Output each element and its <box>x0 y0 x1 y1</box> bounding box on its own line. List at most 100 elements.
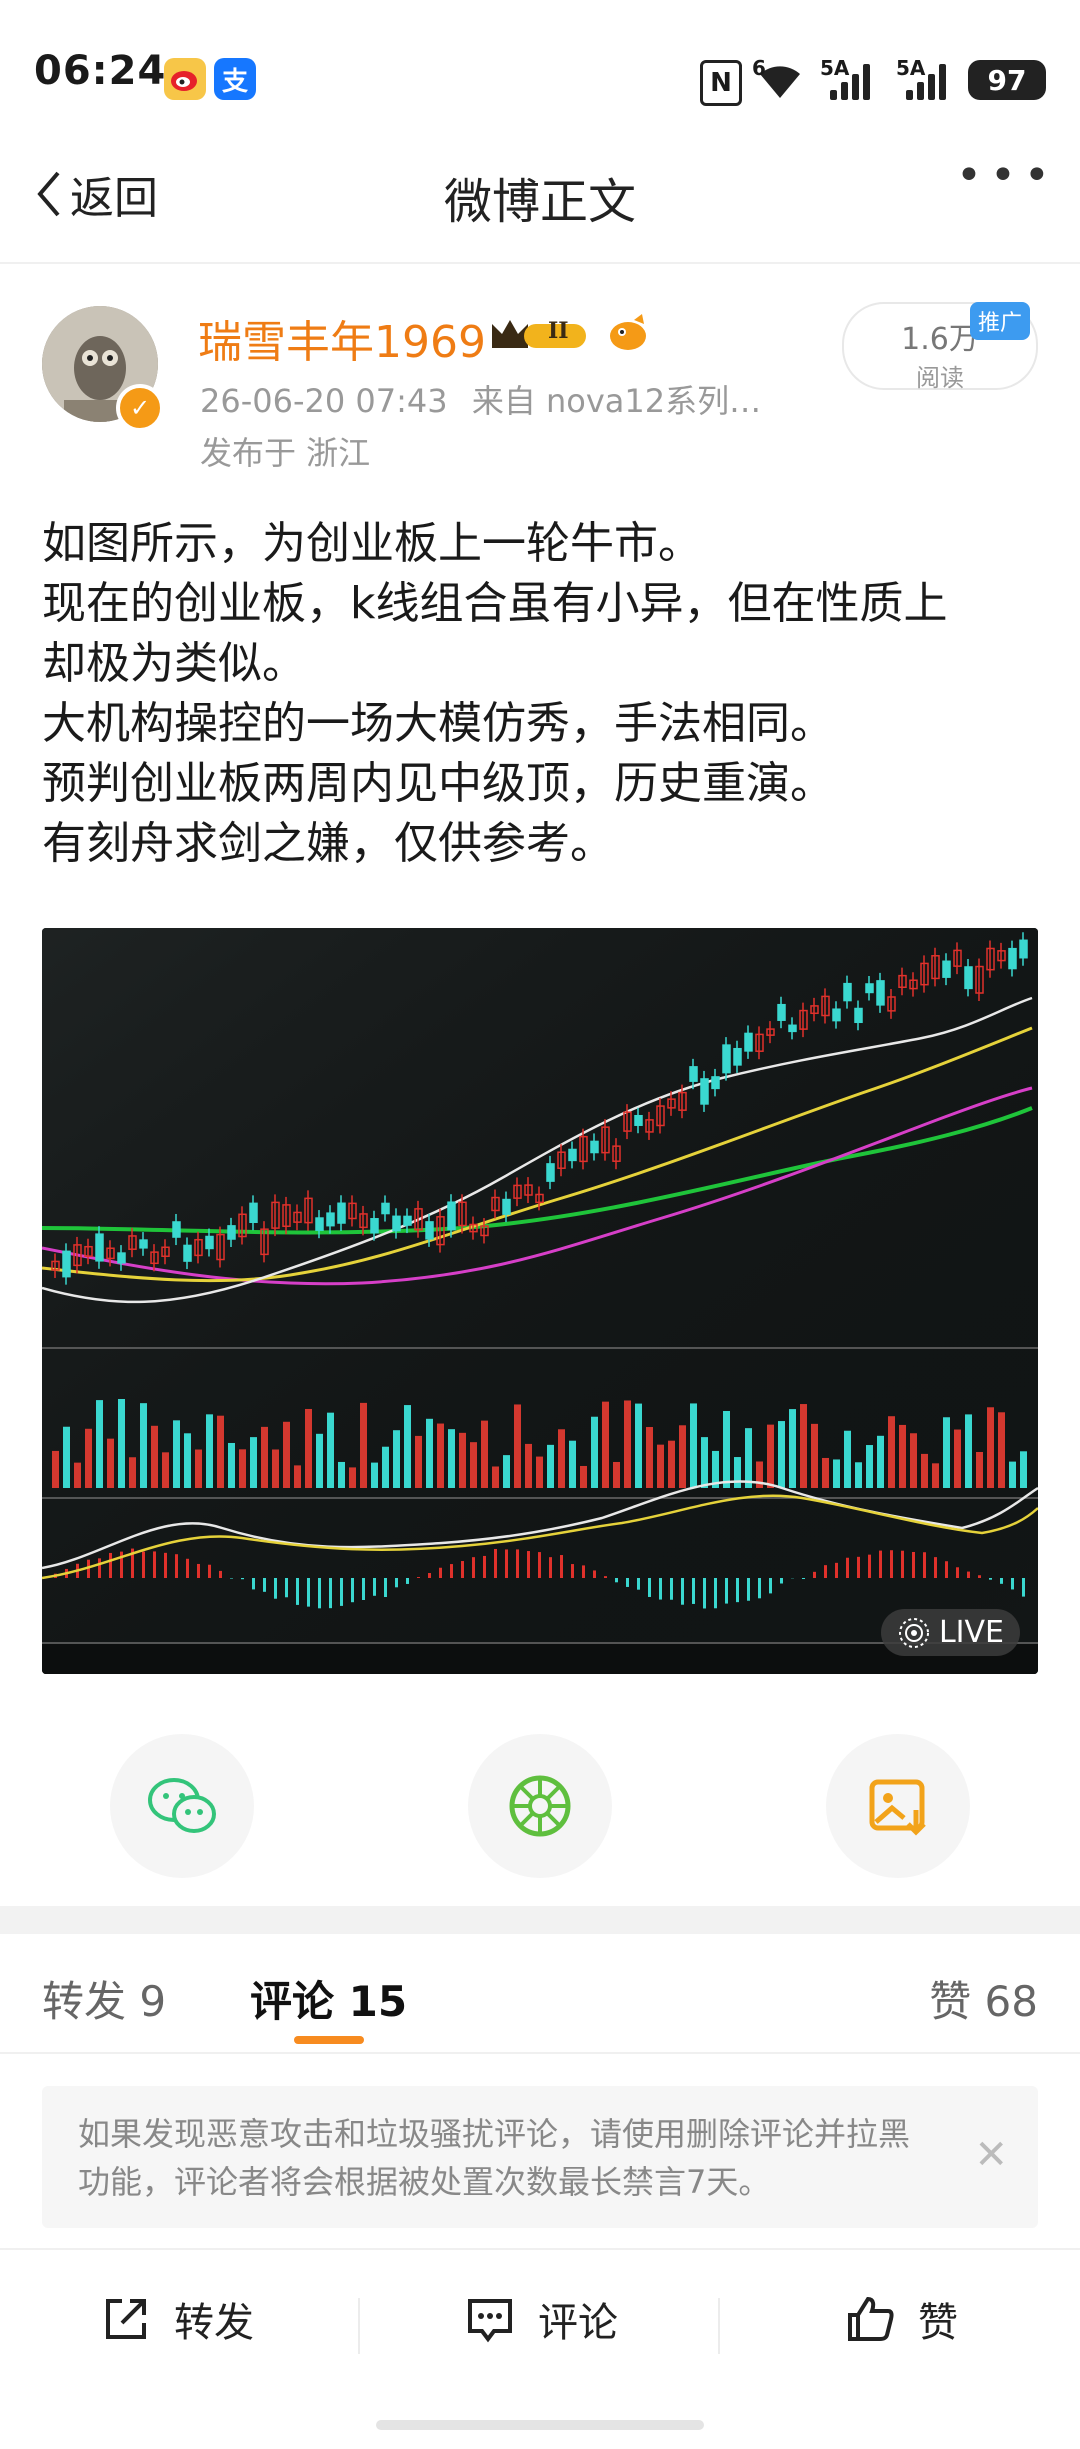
volume-bar <box>723 1410 730 1488</box>
macd-bar <box>241 1578 244 1580</box>
volume-bar <box>151 1425 158 1488</box>
macd-bar <box>549 1557 552 1578</box>
wechat-icon <box>148 1778 216 1833</box>
volume-bar <box>646 1427 653 1488</box>
like-button[interactable]: 赞 <box>844 2290 958 2348</box>
candle-body <box>172 1221 181 1238</box>
macd-bar <box>252 1578 255 1590</box>
volume-bar <box>624 1400 631 1488</box>
volume-bar <box>74 1462 81 1488</box>
candle-body <box>788 1024 797 1033</box>
macd-bar <box>758 1578 761 1599</box>
volume-bar <box>844 1430 851 1488</box>
macd-bar <box>527 1551 530 1578</box>
alipay-icon: 支 <box>214 58 256 100</box>
macd-bar <box>714 1578 717 1609</box>
macd-bar <box>384 1578 387 1598</box>
volume-bar <box>778 1421 785 1488</box>
candle-body <box>777 1003 786 1021</box>
wifi-label: 6 <box>752 56 766 80</box>
volume-bar <box>129 1457 136 1488</box>
volume-bar <box>833 1459 840 1488</box>
macd-bar <box>340 1578 343 1606</box>
volume-bar <box>987 1407 994 1488</box>
close-icon[interactable]: ✕ <box>974 2132 1008 2178</box>
volume-bar <box>943 1417 950 1488</box>
volume-bar <box>635 1403 642 1488</box>
candle-body <box>546 1163 555 1182</box>
fish-badge-icon <box>604 312 652 360</box>
volume-bar <box>998 1412 1005 1488</box>
volume-bar <box>657 1444 664 1488</box>
macd-bar <box>494 1548 497 1578</box>
candle-body <box>854 1007 863 1024</box>
post-timestamp: 26-06-20 07:43 <box>200 382 448 420</box>
repost-button[interactable]: 转发 <box>100 2290 254 2348</box>
macd-bar <box>626 1578 629 1587</box>
volume-bar <box>140 1403 147 1488</box>
macd-bar <box>109 1552 112 1578</box>
post-source: 来自 nova12系列… <box>471 382 762 420</box>
macd-bar <box>362 1578 365 1601</box>
macd-bar <box>318 1578 321 1609</box>
volume-bar <box>822 1457 829 1488</box>
comment-notice: 如果发现恶意攻击和垃圾骚扰评论，请使用删除评论并拉黑功能，评论者将会根据被处置次… <box>42 2086 1038 2228</box>
macd-bar <box>538 1552 541 1578</box>
macd-bar <box>230 1578 233 1579</box>
candle-body <box>942 960 951 978</box>
candle-body <box>711 1076 720 1090</box>
comment-button[interactable]: 评论 <box>464 2290 618 2348</box>
macd-bar <box>373 1578 376 1596</box>
macd-bar <box>945 1561 948 1578</box>
post-image[interactable]: LIVE <box>42 928 1038 1674</box>
macd-bar <box>582 1565 585 1578</box>
promo-tag[interactable]: 推广 <box>970 302 1031 340</box>
volume-bar <box>228 1442 235 1488</box>
macd-bar <box>98 1558 101 1578</box>
volume-bar <box>690 1403 697 1488</box>
more-options-icon[interactable]: ••• <box>956 150 1058 201</box>
macd-bar <box>307 1578 310 1607</box>
volume-bar <box>448 1429 455 1488</box>
volume-bar <box>899 1424 906 1488</box>
candle-body <box>447 1201 456 1231</box>
volume-bar <box>371 1462 378 1488</box>
tab-like[interactable]: 赞 68 <box>929 1968 1038 2029</box>
volume-bar <box>195 1449 202 1488</box>
macd-bar <box>560 1555 563 1578</box>
macd-bar <box>197 1563 200 1578</box>
macd-bar <box>978 1575 981 1578</box>
volume-bar <box>1009 1461 1016 1488</box>
candle-body <box>843 982 852 1002</box>
macd-bar <box>901 1550 904 1578</box>
macd-bar <box>681 1578 684 1605</box>
share-wechat-button[interactable] <box>110 1734 254 1878</box>
volume-bar <box>976 1451 983 1488</box>
macd-bar <box>406 1578 409 1584</box>
active-tab-indicator <box>294 2036 364 2044</box>
save-image-button[interactable] <box>826 1734 970 1878</box>
volume-bar <box>613 1461 620 1488</box>
volume-bar <box>668 1440 675 1488</box>
candle-body <box>392 1215 401 1232</box>
volume-bar <box>734 1457 741 1488</box>
tab-comment[interactable]: 评论 15 <box>250 1968 407 2029</box>
weibo-app-icon <box>164 58 206 100</box>
post-meta: 26-06-20 07:43 来自 nova12系列… <box>200 376 761 422</box>
candle-body <box>227 1225 236 1240</box>
volume-bar <box>536 1456 543 1488</box>
candle-body <box>326 1212 335 1227</box>
volume-bar <box>162 1452 169 1488</box>
section-separator <box>0 1906 1080 1934</box>
post-text-line: 大机构操控的一场大模仿秀，手法相同。 <box>42 698 834 749</box>
macd-bar <box>802 1578 805 1580</box>
macd-bar <box>461 1561 464 1578</box>
share-moments-button[interactable] <box>468 1734 612 1878</box>
candle-body <box>95 1233 104 1262</box>
tab-repost[interactable]: 转发 9 <box>42 1968 166 2029</box>
macd-bar <box>857 1556 860 1578</box>
author-name[interactable]: 瑞雪丰年1969 <box>198 306 486 370</box>
tabs-divider <box>0 2052 1080 2054</box>
candle-body <box>139 1239 148 1249</box>
candle-body <box>425 1221 434 1240</box>
